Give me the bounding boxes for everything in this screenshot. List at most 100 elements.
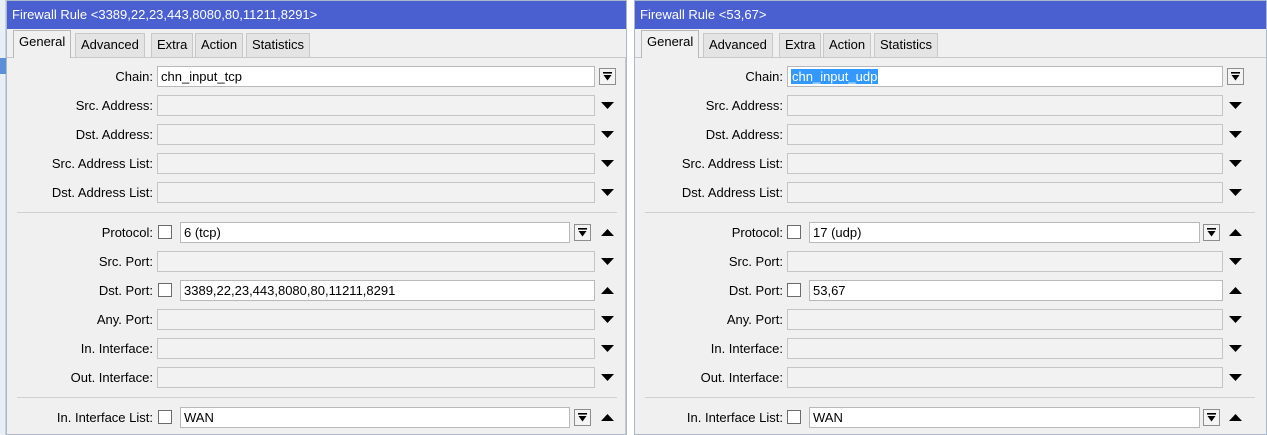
any-port-field[interactable] xyxy=(787,309,1223,330)
tab-statistics[interactable]: Statistics xyxy=(874,33,939,57)
protocol-dropdown-button[interactable] xyxy=(574,224,591,241)
collapse-up-icon[interactable] xyxy=(601,228,614,237)
src-address-field[interactable] xyxy=(787,95,1223,116)
general-tab-panel: Chain: chn_input_tcp Src. Address: Dst. … xyxy=(7,57,626,434)
in-interface-list-field[interactable]: WAN xyxy=(180,407,570,428)
out-interface-row: Out. Interface: xyxy=(7,367,626,388)
tab-advanced[interactable]: Advanced xyxy=(75,33,145,57)
dropdown-arrow-icon xyxy=(1207,227,1216,236)
dst-address-list-label: Dst. Address List: xyxy=(51,185,153,200)
dst-address-list-label: Dst. Address List: xyxy=(681,185,783,200)
in-interface-field[interactable] xyxy=(787,338,1223,359)
dst-address-list-field[interactable] xyxy=(787,182,1223,203)
protocol-field[interactable]: 17 (udp) xyxy=(809,222,1200,243)
in-interface-list-negate-checkbox[interactable] xyxy=(787,410,801,424)
expand-down-icon[interactable] xyxy=(1229,101,1242,110)
src-address-field[interactable] xyxy=(157,95,595,116)
src-port-label: Src. Port: xyxy=(728,254,783,269)
expand-down-icon[interactable] xyxy=(601,257,614,266)
chain-selected-text: chn_input_udp xyxy=(791,69,879,84)
src-address-row: Src. Address: xyxy=(7,95,626,116)
expand-down-icon[interactable] xyxy=(601,101,614,110)
in-interface-list-row: In. Interface List: WAN xyxy=(635,407,1266,428)
protocol-label: Protocol: xyxy=(731,225,783,240)
dropdown-arrow-icon xyxy=(1231,71,1240,80)
dst-port-label: Dst. Port: xyxy=(728,283,783,298)
expand-down-icon[interactable] xyxy=(601,130,614,139)
chain-field[interactable]: chn_input_udp xyxy=(787,66,1223,87)
chain-label: Chain: xyxy=(115,69,153,84)
collapse-up-icon[interactable] xyxy=(601,413,614,422)
out-interface-field[interactable] xyxy=(787,367,1223,388)
tab-extra[interactable]: Extra xyxy=(151,33,194,57)
out-interface-label: Out. Interface: xyxy=(700,370,783,385)
any-port-field[interactable] xyxy=(157,309,595,330)
chain-row: Chain: chn_input_udp xyxy=(635,66,1266,87)
in-interface-list-dropdown-button[interactable] xyxy=(1203,409,1220,426)
protocol-negate-checkbox[interactable] xyxy=(158,225,172,239)
expand-down-icon[interactable] xyxy=(1229,159,1242,168)
tab-advanced[interactable]: Advanced xyxy=(703,33,773,57)
protocol-negate-checkbox[interactable] xyxy=(787,225,801,239)
src-port-row: Src. Port: xyxy=(635,251,1266,272)
expand-down-icon[interactable] xyxy=(601,315,614,324)
tab-action[interactable]: Action xyxy=(195,33,244,57)
tab-action[interactable]: Action xyxy=(823,33,872,57)
expand-down-icon[interactable] xyxy=(1229,130,1242,139)
general-tab-panel: Chain: chn_input_udp Src. Address: Dst. … xyxy=(635,57,1266,434)
expand-down-icon[interactable] xyxy=(1229,188,1242,197)
window-title[interactable]: Firewall Rule <3389,22,23,443,8080,80,11… xyxy=(7,1,626,29)
dst-address-list-field[interactable] xyxy=(157,182,595,203)
tab-general[interactable]: General xyxy=(13,30,72,58)
dst-address-field[interactable] xyxy=(787,124,1223,145)
protocol-field[interactable]: 6 (tcp) xyxy=(180,222,570,243)
firewall-rule-window-udp: Firewall Rule <53,67> General Advanced E… xyxy=(634,0,1267,435)
in-interface-list-field[interactable]: WAN xyxy=(809,407,1200,428)
expand-down-icon[interactable] xyxy=(1229,373,1242,382)
expand-down-icon[interactable] xyxy=(601,344,614,353)
src-address-list-field[interactable] xyxy=(787,153,1223,174)
out-interface-field[interactable] xyxy=(157,367,595,388)
in-interface-field[interactable] xyxy=(157,338,595,359)
src-address-list-row: Src. Address List: xyxy=(635,153,1266,174)
dst-port-negate-checkbox[interactable] xyxy=(158,283,172,297)
expand-down-icon[interactable] xyxy=(1229,315,1242,324)
in-interface-list-row: In. Interface List: WAN xyxy=(7,407,626,428)
in-interface-list-negate-checkbox[interactable] xyxy=(158,410,172,424)
dst-port-negate-checkbox[interactable] xyxy=(787,283,801,297)
section-separator xyxy=(645,397,1255,398)
collapse-up-icon[interactable] xyxy=(601,286,614,295)
tab-statistics[interactable]: Statistics xyxy=(246,33,311,57)
window-title[interactable]: Firewall Rule <53,67> xyxy=(635,1,1266,29)
protocol-dropdown-button[interactable] xyxy=(1203,224,1220,241)
chain-field[interactable]: chn_input_tcp xyxy=(157,66,595,87)
src-port-field[interactable] xyxy=(787,251,1223,272)
src-address-list-label: Src. Address List: xyxy=(51,156,153,171)
collapse-up-icon[interactable] xyxy=(1229,228,1242,237)
dst-address-label: Dst. Address: xyxy=(705,127,783,142)
expand-down-icon[interactable] xyxy=(1229,344,1242,353)
dst-port-field[interactable]: 53,67 xyxy=(809,280,1223,301)
any-port-row: Any. Port: xyxy=(635,309,1266,330)
collapse-up-icon[interactable] xyxy=(1229,413,1242,422)
out-interface-label: Out. Interface: xyxy=(70,370,153,385)
src-port-field[interactable] xyxy=(157,251,595,272)
expand-down-icon[interactable] xyxy=(601,159,614,168)
tab-extra[interactable]: Extra xyxy=(779,33,822,57)
src-address-list-field[interactable] xyxy=(157,153,595,174)
chain-row: Chain: chn_input_tcp xyxy=(7,66,626,87)
dst-port-field[interactable]: 3389,22,23,443,8080,80,11211,8291 xyxy=(180,280,595,301)
dst-address-field[interactable] xyxy=(157,124,595,145)
in-interface-list-dropdown-button[interactable] xyxy=(574,409,591,426)
collapse-up-icon[interactable] xyxy=(1229,286,1242,295)
expand-down-icon[interactable] xyxy=(601,373,614,382)
firewall-rule-window-tcp: Firewall Rule <3389,22,23,443,8080,80,11… xyxy=(6,0,627,435)
expand-down-icon[interactable] xyxy=(601,188,614,197)
chain-label: Chain: xyxy=(745,69,783,84)
section-separator xyxy=(17,397,617,398)
chain-dropdown-button[interactable] xyxy=(599,68,616,85)
expand-down-icon[interactable] xyxy=(1229,257,1242,266)
chain-dropdown-button[interactable] xyxy=(1227,68,1244,85)
in-interface-list-label: In. Interface List: xyxy=(686,410,783,425)
tab-general[interactable]: General xyxy=(641,30,700,58)
